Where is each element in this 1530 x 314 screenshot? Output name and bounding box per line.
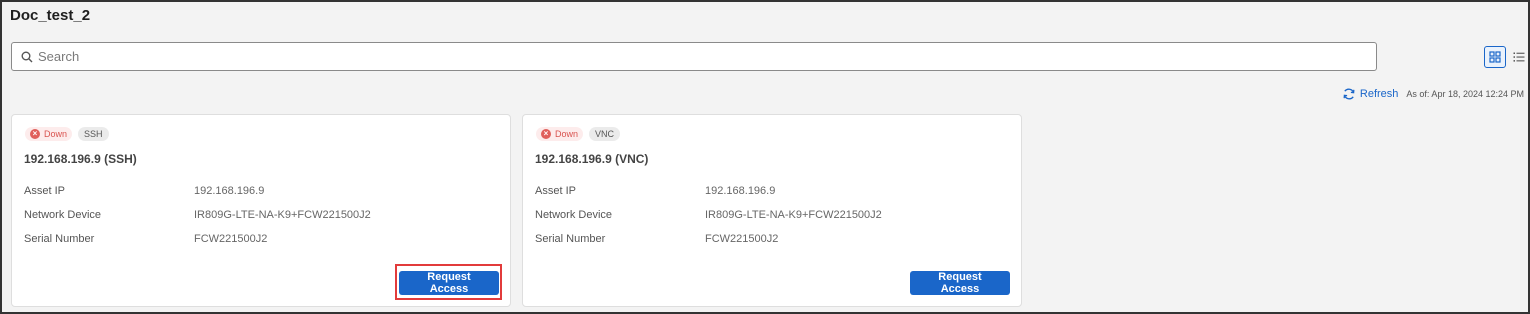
grid-icon — [1489, 51, 1501, 63]
field-row-network-device: Network Device IR809G-LTE-NA-K9+FCW22150… — [24, 209, 371, 221]
field-row-serial-number: Serial Number FCW221500J2 — [535, 233, 778, 245]
protocol-badge: VNC — [589, 127, 621, 141]
error-icon: × — [541, 129, 551, 139]
page-title: Doc_test_2 — [10, 7, 91, 24]
field-label: Serial Number — [535, 233, 606, 245]
field-row-asset-ip: Asset IP 192.168.196.9 — [24, 185, 264, 197]
field-row-asset-ip: Asset IP 192.168.196.9 — [535, 185, 775, 197]
refresh-button[interactable]: Refresh — [1342, 87, 1399, 101]
request-access-button[interactable]: Request Access — [910, 271, 1010, 295]
status-badge: × Down — [25, 127, 73, 141]
card-badges: × Down SSH — [25, 127, 109, 141]
field-label: Network Device — [535, 209, 613, 221]
asset-card: × Down SSH 192.168.196.9 (SSH) Asset IP … — [11, 114, 511, 307]
field-row-network-device: Network Device IR809G-LTE-NA-K9+FCW22150… — [535, 209, 882, 221]
error-icon: × — [30, 129, 40, 139]
field-label: Asset IP — [24, 185, 65, 197]
field-value: IR809G-LTE-NA-K9+FCW221500J2 — [194, 209, 371, 221]
list-icon — [1513, 52, 1525, 62]
field-row-serial-number: Serial Number FCW221500J2 — [24, 233, 267, 245]
refresh-icon — [1343, 88, 1355, 100]
field-value: FCW221500J2 — [705, 233, 779, 245]
status-label: Down — [44, 129, 68, 139]
card-title: 192.168.196.9 (VNC) — [535, 152, 649, 166]
search-icon — [21, 51, 33, 62]
last-updated-timestamp: As of: Apr 18, 2024 12:24 PM — [1406, 89, 1524, 99]
field-value: 192.168.196.9 — [194, 185, 265, 197]
field-label: Serial Number — [24, 233, 95, 245]
refresh-row: Refresh As of: Apr 18, 2024 12:24 PM — [1342, 87, 1524, 101]
status-label: Down — [555, 129, 579, 139]
field-value: 192.168.196.9 — [705, 185, 776, 197]
search-bar[interactable] — [11, 42, 1377, 71]
refresh-label: Refresh — [1359, 88, 1399, 100]
request-access-button[interactable]: Request Access — [399, 271, 499, 295]
field-value: FCW221500J2 — [194, 233, 268, 245]
protocol-badge: SSH — [78, 127, 109, 141]
asset-card: × Down VNC 192.168.196.9 (VNC) Asset IP … — [522, 114, 1022, 307]
grid-view-button[interactable] — [1484, 46, 1506, 68]
status-badge: × Down — [536, 127, 584, 141]
field-label: Network Device — [24, 209, 102, 221]
view-toggle — [1484, 46, 1530, 68]
field-label: Asset IP — [535, 185, 576, 197]
list-view-button[interactable] — [1508, 46, 1530, 68]
app-frame: Doc_test_2 Search Refresh As of: Apr 18,… — [0, 0, 1530, 314]
card-badges: × Down VNC — [536, 127, 621, 141]
field-value: IR809G-LTE-NA-K9+FCW221500J2 — [705, 209, 882, 221]
search-input[interactable] — [38, 49, 1338, 64]
card-title: 192.168.196.9 (SSH) — [24, 152, 137, 166]
